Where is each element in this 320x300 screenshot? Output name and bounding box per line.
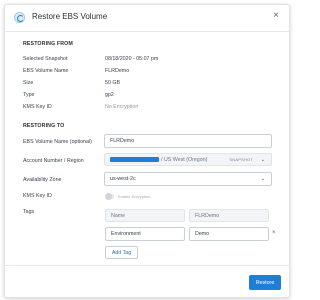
selected-snapshot-value: 08/18/2020 - 05:07 pm — [105, 56, 159, 62]
snapshot-tag: SNAPSHOT — [229, 157, 253, 162]
type-label: Type — [23, 92, 35, 98]
kms-key-to-label: KMS Key ID — [23, 193, 52, 199]
kms-key-label: KMS Key ID — [23, 104, 52, 110]
tag-key-header-text: Name — [111, 212, 126, 219]
footer-divider — [5, 265, 289, 266]
restore-button[interactable]: Restore — [249, 275, 281, 290]
dialog-header: Restore EBS Volume × — [5, 5, 289, 32]
ebs-volume-name-value: FLRDemo — [105, 68, 130, 74]
dialog-title: Restore EBS Volume — [32, 12, 108, 21]
account-region-select[interactable]: / US West (Oregon) SNAPSHOT ⌄ — [104, 153, 272, 166]
redacted-account-number — [110, 157, 159, 162]
availability-zone-value: us-west-2c — [110, 176, 136, 182]
tag-value-header-text: FLRDemo — [195, 212, 220, 219]
chevron-down-icon: ⌄ — [260, 156, 265, 163]
tag-value-header: FLRDemo — [189, 209, 269, 222]
volume-name-input-value: FLRDemo — [110, 138, 135, 144]
ebs-volume-name-label: EBS Volume Name — [23, 68, 69, 74]
selected-snapshot-label: Selected Snapshot — [23, 56, 68, 62]
restore-ebs-dialog: Restore EBS Volume × RESTORING FROM Sele… — [4, 4, 290, 298]
add-tag-button[interactable]: Add Tag — [105, 246, 138, 259]
encryption-toggle-label: Enable Encryption — [118, 194, 151, 199]
volume-name-input-label: EBS Volume Name (optional) — [23, 139, 92, 145]
tag-key-header: Name — [105, 209, 185, 222]
add-tag-button-label: Add Tag — [111, 249, 132, 256]
restore-button-label: Restore — [255, 279, 275, 286]
size-value: 50 GB — [105, 80, 121, 86]
availability-zone-label: Availability Zone — [23, 177, 62, 183]
type-value: gp2 — [105, 92, 114, 98]
tag-value-input-value: Demo — [195, 231, 210, 237]
tag-key-input[interactable]: Environment — [105, 227, 185, 241]
close-icon[interactable]: × — [273, 11, 279, 21]
size-label: Size — [23, 80, 34, 86]
restore-icon — [14, 12, 25, 23]
kms-key-value: No Encryption — [105, 104, 139, 110]
chevron-down-icon: ⌄ — [260, 176, 265, 182]
remove-tag-icon[interactable]: × — [272, 230, 276, 236]
volume-name-input[interactable]: FLRDemo — [104, 134, 272, 148]
restoring-to-heading: RESTORING TO — [23, 123, 65, 129]
account-region-value: / US West (Oregon) — [161, 156, 208, 163]
tag-value-input[interactable]: Demo — [189, 227, 269, 241]
availability-zone-select[interactable]: us-west-2c ⌄ — [104, 172, 272, 186]
encryption-toggle[interactable] — [105, 193, 114, 200]
tag-key-input-value: Environment — [111, 231, 141, 237]
tags-label: Tags — [23, 209, 35, 215]
account-region-label: Account Number / Region — [23, 158, 84, 164]
restoring-from-heading: RESTORING FROM — [23, 41, 73, 47]
